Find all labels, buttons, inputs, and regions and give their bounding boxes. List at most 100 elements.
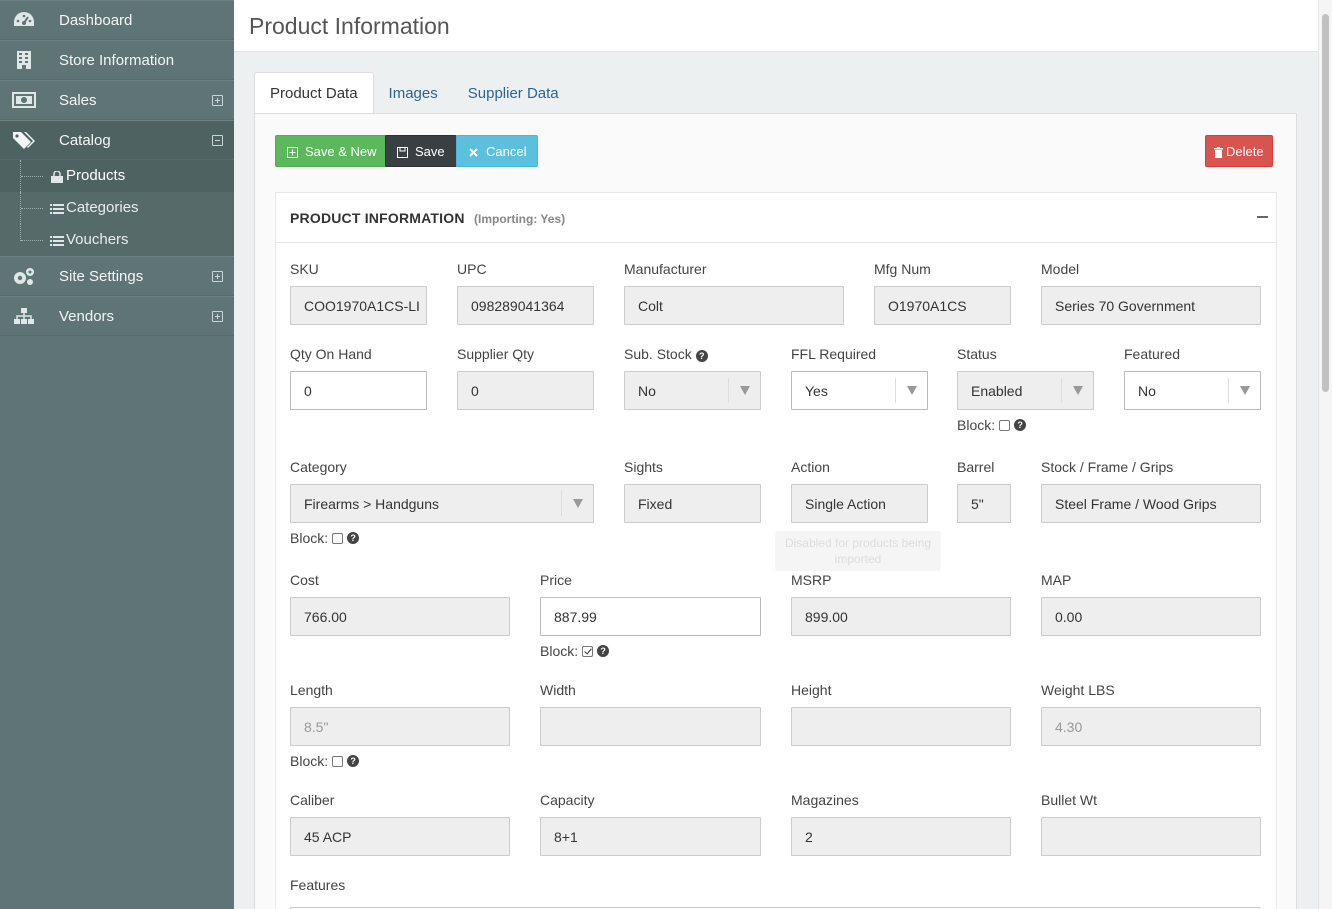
- main-content: Product Information Product Data Images …: [234, 0, 1318, 909]
- qty-on-hand-input[interactable]: 0: [290, 371, 427, 410]
- mfg-num-input[interactable]: O1970A1CS: [874, 286, 1011, 325]
- tab-supplier-data[interactable]: Supplier Data: [453, 72, 574, 114]
- save-button[interactable]: Save: [385, 135, 457, 167]
- tab-bar: Product Data Images Supplier Data: [254, 72, 574, 114]
- height-input[interactable]: [791, 707, 1011, 746]
- upc-field: UPC 098289041364: [457, 259, 594, 325]
- help-icon[interactable]: ?: [347, 532, 360, 544]
- tab-product-data[interactable]: Product Data: [254, 72, 374, 114]
- price-block-checkbox[interactable]: [582, 645, 594, 657]
- sidebar-item-label: Site Settings: [59, 267, 144, 285]
- caret-down-icon: [895, 378, 927, 403]
- sights-field: Sights Fixed: [624, 457, 761, 523]
- expand-icon[interactable]: [212, 94, 223, 106]
- stock-frame-grips-field: Stock / Frame / Grips Steel Frame / Wood…: [1041, 457, 1261, 523]
- stock-frame-grips-input[interactable]: Steel Frame / Wood Grips: [1041, 484, 1261, 523]
- status-select[interactable]: Enabled: [957, 371, 1094, 410]
- collapse-icon[interactable]: [1257, 216, 1268, 218]
- category-block: Block:?: [290, 529, 360, 547]
- capacity-input[interactable]: 8+1: [540, 817, 761, 856]
- tags-icon: [12, 130, 36, 150]
- sidebar-item-site-settings[interactable]: Site Settings: [0, 256, 234, 296]
- gears-icon: [12, 266, 36, 286]
- bullet-wt-field: Bullet Wt: [1041, 790, 1261, 856]
- sidebar-subitem-label: Products: [66, 167, 126, 184]
- upc-input[interactable]: 098289041364: [457, 286, 594, 325]
- sidebar-subitem-vouchers[interactable]: Vouchers: [0, 224, 234, 256]
- msrp-input[interactable]: 899.00: [791, 597, 1011, 636]
- bullet-wt-input[interactable]: [1041, 817, 1261, 856]
- sidebar-item-catalog[interactable]: Catalog: [0, 120, 234, 160]
- model-input[interactable]: Series 70 Government: [1041, 286, 1261, 325]
- building-icon: [12, 50, 36, 70]
- sidebar-item-sales[interactable]: Sales: [0, 80, 234, 120]
- category-block-checkbox[interactable]: [332, 532, 344, 544]
- sidebar-subitem-categories[interactable]: Categories: [0, 192, 234, 224]
- sku-input[interactable]: COO1970A1CS-LI: [290, 286, 427, 325]
- status-block: Block:?: [957, 416, 1027, 434]
- cost-field: Cost 766.00: [290, 570, 510, 636]
- length-block: Block:?: [290, 752, 360, 770]
- help-icon[interactable]: ?: [597, 645, 610, 657]
- status-block-checkbox[interactable]: [999, 419, 1011, 431]
- page-scrollbar[interactable]: [1318, 0, 1332, 909]
- sidebar-item-label: Store Information: [59, 51, 175, 69]
- scrollbar-thumb[interactable]: [1322, 14, 1329, 392]
- featured-select[interactable]: No: [1124, 371, 1261, 410]
- sidebar: Dashboard Store Information Sales Catalo…: [0, 0, 234, 909]
- magazines-input[interactable]: 2: [791, 817, 1011, 856]
- cost-input[interactable]: 766.00: [290, 597, 510, 636]
- list-icon: [50, 234, 64, 246]
- barrel-field: Barrel 5": [957, 457, 1011, 523]
- price-field: Price 887.99 Block:?: [540, 570, 770, 659]
- caret-down-icon: [728, 378, 760, 403]
- category-field: Category Firearms > Handguns Block:?: [290, 457, 600, 546]
- status-field: Status Enabled Block:?: [957, 344, 1097, 433]
- weight-input[interactable]: 4.30: [1041, 707, 1261, 746]
- height-field: Height: [791, 680, 1011, 746]
- floppy-icon: [397, 146, 408, 158]
- caret-down-icon: [561, 491, 593, 516]
- sidebar-item-vendors[interactable]: Vendors: [0, 296, 234, 336]
- price-input[interactable]: 887.99: [540, 597, 761, 636]
- width-input[interactable]: [540, 707, 761, 746]
- supplier-qty-field: Supplier Qty 0: [457, 344, 594, 410]
- length-block-checkbox[interactable]: [332, 755, 344, 767]
- action-input[interactable]: Single Action: [791, 484, 928, 523]
- delete-button[interactable]: Delete: [1205, 135, 1273, 167]
- expand-icon[interactable]: [212, 270, 223, 282]
- save-and-new-button[interactable]: Save & New: [275, 135, 389, 167]
- tab-images[interactable]: Images: [374, 72, 453, 114]
- sights-input[interactable]: Fixed: [624, 484, 761, 523]
- ffl-required-field: FFL Required Yes: [791, 344, 928, 410]
- list-icon: [50, 202, 64, 214]
- supplier-qty-input[interactable]: 0: [457, 371, 594, 410]
- caliber-input[interactable]: 45 ACP: [290, 817, 510, 856]
- collapse-icon[interactable]: [212, 134, 223, 146]
- sidebar-item-label: Vendors: [59, 307, 115, 325]
- caret-down-icon: [1061, 378, 1093, 403]
- trash-icon: [1214, 146, 1223, 158]
- sidebar-item-label: Sales: [59, 91, 97, 109]
- help-icon[interactable]: ?: [695, 350, 708, 362]
- help-icon[interactable]: ?: [347, 755, 360, 767]
- sidebar-item-dashboard[interactable]: Dashboard: [0, 0, 234, 40]
- barrel-input[interactable]: 5": [957, 484, 1011, 523]
- sidebar-item-label: Catalog: [59, 131, 111, 149]
- expand-icon[interactable]: [212, 310, 223, 322]
- sidebar-subitem-label: Categories: [66, 199, 139, 216]
- help-icon[interactable]: ?: [1014, 419, 1027, 431]
- manufacturer-input[interactable]: Colt: [624, 286, 844, 325]
- sub-stock-select[interactable]: No: [624, 371, 761, 410]
- map-input[interactable]: 0.00: [1041, 597, 1261, 636]
- sidebar-item-store-information[interactable]: Store Information: [0, 40, 234, 80]
- category-select[interactable]: Firearms > Handguns: [290, 484, 594, 523]
- model-field: Model Series 70 Government: [1041, 259, 1261, 325]
- length-input[interactable]: 8.5": [290, 707, 510, 746]
- money-icon: [12, 90, 36, 110]
- msrp-field: MSRP 899.00: [791, 570, 1011, 636]
- ffl-required-select[interactable]: Yes: [791, 371, 928, 410]
- sidebar-subitem-products[interactable]: Products: [0, 160, 234, 192]
- cancel-button[interactable]: Cancel: [456, 135, 539, 167]
- product-information-panel: PRODUCT INFORMATION (Importing: Yes) SKU…: [275, 192, 1277, 909]
